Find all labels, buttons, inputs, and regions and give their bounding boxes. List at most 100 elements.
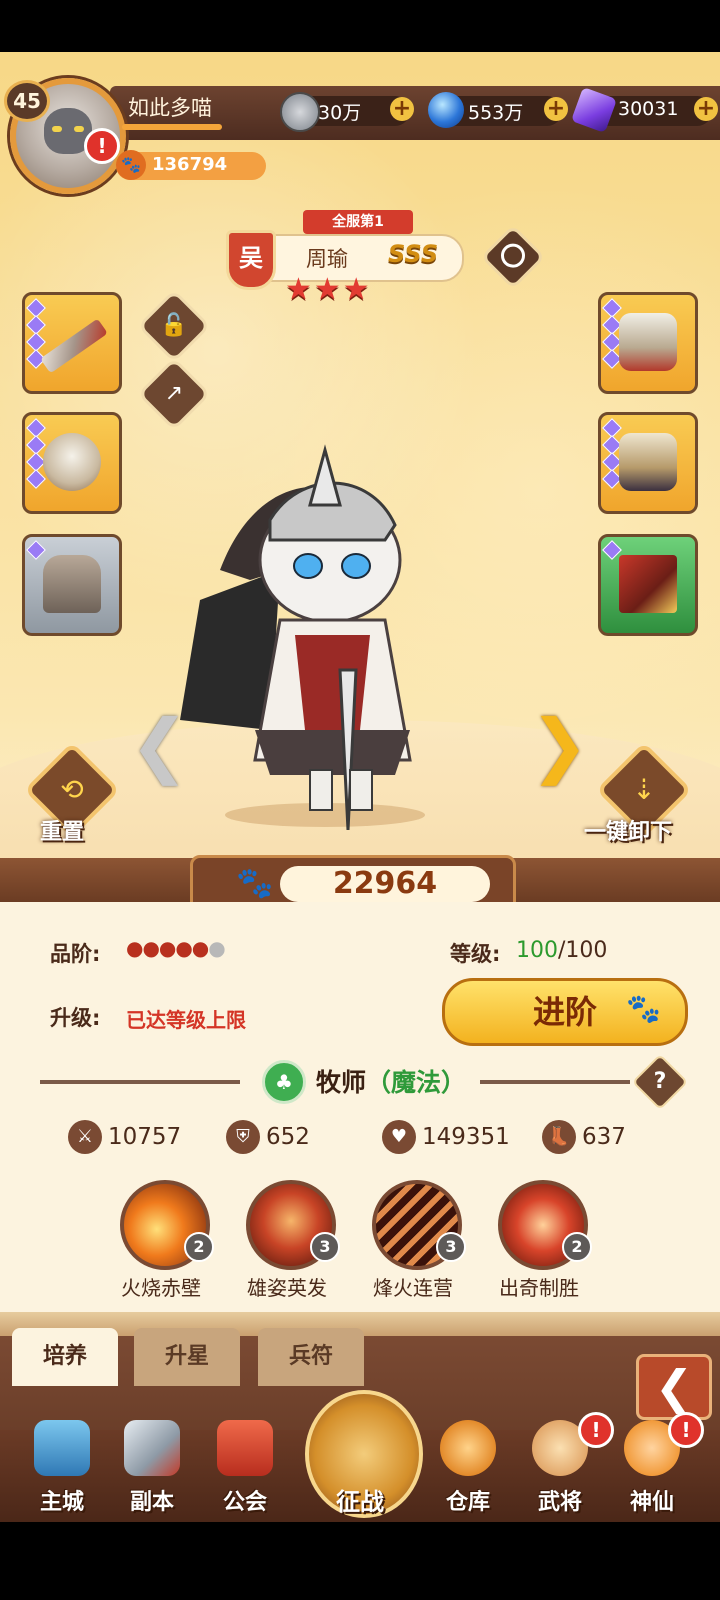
skill-level: 2 <box>562 1232 592 1262</box>
skill-name: 烽火连营 <box>373 1276 453 1300</box>
skill-name: 出奇制胜 <box>499 1276 579 1300</box>
divider <box>480 1080 630 1084</box>
equip-slot-accessory[interactable] <box>598 534 698 636</box>
player-power: 136794 <box>152 154 228 175</box>
refresh-icon: ⟲ <box>60 773 84 806</box>
tab-train[interactable]: 培养 <box>12 1328 118 1386</box>
skill-name: 雄姿英发 <box>247 1276 327 1300</box>
equip-slot-boots[interactable] <box>598 412 698 514</box>
next-hero-arrow[interactable]: ❯ <box>530 710 590 780</box>
hero-grade: SSS <box>388 240 439 268</box>
level-label: 等级: <box>450 942 501 966</box>
statue-icon <box>43 555 101 613</box>
stat-hp: 149351 <box>422 1124 510 1150</box>
nav-label: 主城 <box>39 1490 84 1515</box>
unequip-all-label: 一键卸下 <box>584 820 673 845</box>
nav-label: 神仙 <box>629 1490 674 1515</box>
help-icon: ? <box>653 1069 667 1094</box>
rank-pips <box>602 298 622 369</box>
nav-label: 武将 <box>537 1490 582 1515</box>
hero-level: 100/100 <box>516 938 607 963</box>
stat-attack: 10757 <box>108 1124 182 1150</box>
player-name: 如此多喵 <box>128 96 212 120</box>
resource-orbs-value: 553万 <box>468 102 524 124</box>
equip-slot-armor[interactable] <box>598 292 698 394</box>
rank-pips <box>26 418 46 489</box>
hero-class: 牧师（魔法） <box>316 1063 466 1099</box>
skill-level: 3 <box>436 1232 466 1262</box>
rank-pips <box>602 418 622 489</box>
back-button[interactable]: ❮ <box>636 1354 712 1420</box>
equip-slot-helmet[interactable] <box>22 412 122 514</box>
server-rank-tag: 全服第1 <box>303 210 413 234</box>
boot-icon: 👢 <box>542 1120 576 1154</box>
skill-level: 2 <box>184 1232 214 1262</box>
stat-speed: 637 <box>582 1124 626 1150</box>
system-nav-bar <box>0 1522 720 1600</box>
skill-name: 火烧赤壁 <box>121 1276 201 1300</box>
upgrade-label: 升级: <box>50 1006 101 1030</box>
stat-defense: 652 <box>266 1124 310 1150</box>
sword-icon <box>124 1420 180 1476</box>
quality-drops: ●●●●●● <box>126 936 226 960</box>
castle-icon <box>34 1420 90 1476</box>
unlock-icon: 🔓 <box>160 313 188 338</box>
blue-orb-icon <box>428 92 464 128</box>
copper-coin-icon <box>280 92 320 132</box>
nav-warehouse[interactable]: 仓库 <box>428 1420 508 1520</box>
tree-icon: ♣ <box>262 1060 306 1104</box>
flag-icon <box>619 555 677 613</box>
kingdom-badge: 吴 <box>226 230 276 290</box>
paw-icon: 🐾 <box>236 866 274 901</box>
sword-icon: ⚔ <box>68 1120 102 1154</box>
nav-label: 公会 <box>222 1490 267 1515</box>
player-level-badge: 45 <box>4 80 50 122</box>
hero-level-current: 100 <box>516 938 558 963</box>
share-icon: ↗ <box>164 381 184 406</box>
hero-figure <box>180 444 425 830</box>
exp-bar <box>122 124 222 130</box>
resource-coins-value: 30万 <box>318 102 362 124</box>
class-name: 牧师 <box>316 1068 367 1097</box>
hero-stars: ★★★ <box>285 272 372 307</box>
bag-icon <box>440 1420 496 1476</box>
screen: 45 ! 如此多喵 🐾 136794 30万 + 553万 + 30031 + … <box>0 0 720 1600</box>
upgrade-status: 已达等级上限 <box>126 1008 246 1032</box>
nav-guild[interactable]: 公会 <box>205 1420 285 1520</box>
combat-power: 22964 <box>332 866 438 901</box>
immortals-alert-icon: ! <box>668 1412 704 1448</box>
shield-icon: ⛨ <box>226 1120 260 1154</box>
spear-icon <box>40 318 108 374</box>
nav-campaign-label: 征战 <box>336 1488 384 1516</box>
equip-slot-weapon[interactable] <box>22 292 122 394</box>
class-type: （魔法） <box>366 1068 467 1097</box>
nav-main-city[interactable]: 主城 <box>22 1420 102 1520</box>
divider <box>40 1080 240 1084</box>
add-gems-button[interactable]: + <box>694 97 718 121</box>
tab-tally[interactable]: 兵符 <box>258 1328 364 1386</box>
quality-empty: ● <box>208 936 225 960</box>
add-coins-button[interactable]: + <box>390 97 414 121</box>
magnifier-icon <box>501 243 525 268</box>
rank-pips <box>26 540 46 560</box>
equip-slot-mount[interactable] <box>22 534 122 636</box>
nav-label: 副本 <box>129 1490 174 1515</box>
add-orbs-button[interactable]: + <box>544 97 568 121</box>
quality-filled: ●●●●● <box>126 936 209 960</box>
nav-dungeon[interactable]: 副本 <box>112 1420 192 1520</box>
avatar-eye <box>52 126 62 132</box>
hero-name: 周瑜 <box>306 247 348 271</box>
reset-label: 重置 <box>40 820 85 845</box>
resource-gems-value: 30031 <box>618 98 679 120</box>
rank-pips <box>602 540 622 560</box>
tab-star-up[interactable]: 升星 <box>134 1328 240 1386</box>
boots-icon <box>619 433 677 491</box>
banner-icon <box>217 1420 273 1476</box>
prev-hero-arrow[interactable]: ❮ <box>130 710 190 780</box>
hero-level-max: /100 <box>558 938 608 963</box>
unequip-icon: ⇣ <box>632 773 656 806</box>
skill-level: 3 <box>310 1232 340 1262</box>
paw-icon: 🐾 <box>116 150 146 180</box>
armor-icon <box>619 313 677 371</box>
nav-label: 仓库 <box>445 1490 490 1515</box>
